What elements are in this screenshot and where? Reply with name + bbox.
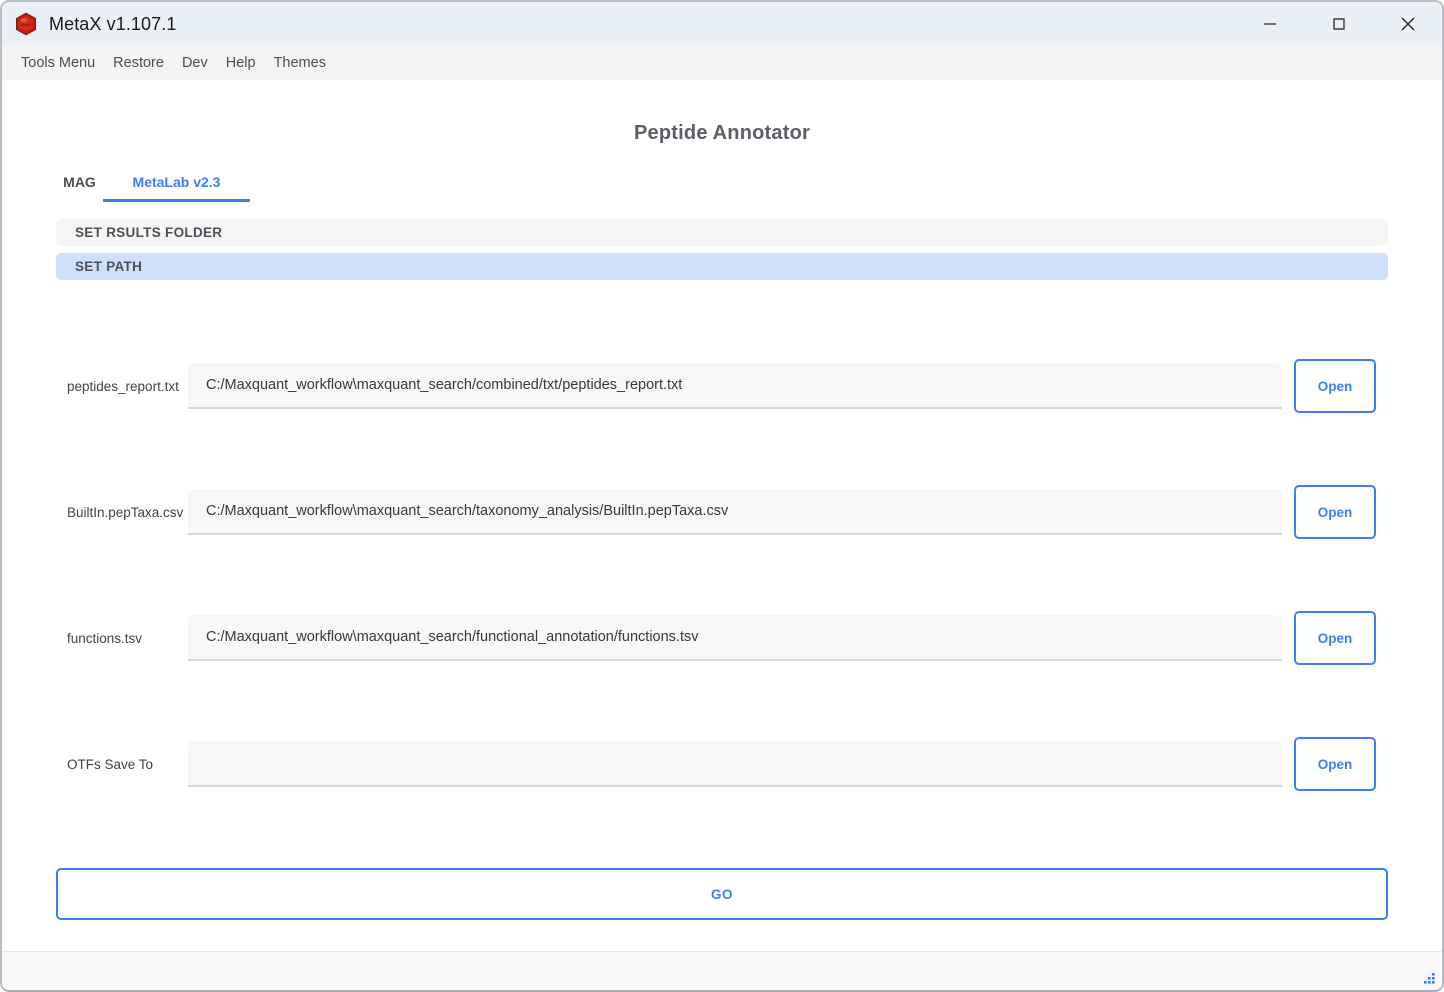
row-label-builtin-peptaxa: BuiltIn.pepTaxa.csv [67, 504, 184, 520]
section-set-path[interactable]: SET PATH [56, 253, 1388, 280]
close-button[interactable] [1373, 2, 1442, 46]
row-label-functions-tsv: functions.tsv [67, 630, 143, 646]
content-inner: MAG MetaLab v2.3 SET RSULTS FOLDER SET P… [2, 167, 1442, 920]
input-otfs-save-to[interactable] [188, 741, 1282, 787]
page-title: Peptide Annotator [634, 122, 810, 144]
maximize-icon [1331, 16, 1347, 32]
resize-grip-icon[interactable] [1420, 969, 1436, 985]
tab-metalab-v2-3[interactable]: MetaLab v2.3 [103, 174, 250, 202]
section-set-results-folder[interactable]: SET RSULTS FOLDER [56, 219, 1388, 246]
input-builtin-peptaxa[interactable]: C:/Maxquant_workflow\maxquant_search/tax… [188, 489, 1282, 535]
minimize-button[interactable] [1235, 2, 1304, 46]
file-path-rows: peptides_report.txt C:/Maxquant_workflow… [56, 358, 1388, 792]
row-label-peptides-report: peptides_report.txt [67, 378, 179, 394]
row-otfs-save-to: OTFs Save To Open [56, 736, 1388, 792]
title-bar: MetaX MetaX v1.107.1 [2, 2, 1442, 46]
tab-bar: MAG MetaLab v2.3 [56, 167, 1388, 203]
menu-item-tools-menu[interactable]: Tools Menu [12, 51, 104, 75]
metax-hexagon-logo-icon: MetaX [14, 12, 38, 36]
menu-item-dev[interactable]: Dev [173, 51, 217, 75]
row-builtin-peptaxa: BuiltIn.pepTaxa.csv C:/Maxquant_workflow… [56, 484, 1388, 540]
open-button-functions-tsv[interactable]: Open [1294, 611, 1376, 665]
minimize-icon [1262, 16, 1278, 32]
window-controls [1235, 2, 1442, 46]
app-window: MetaX MetaX v1.107.1 Tools Menu Restore … [0, 0, 1444, 992]
menu-item-restore[interactable]: Restore [104, 51, 173, 75]
open-button-peptides-report[interactable]: Open [1294, 359, 1376, 413]
open-button-builtin-peptaxa[interactable]: Open [1294, 485, 1376, 539]
input-peptides-report[interactable]: C:/Maxquant_workflow\maxquant_search/com… [188, 363, 1282, 409]
row-label-otfs-save-to: OTFs Save To [67, 756, 154, 772]
go-button[interactable]: GO [56, 868, 1388, 920]
close-icon [1399, 15, 1417, 33]
tab-mag[interactable]: MAG [56, 174, 103, 202]
menu-bar: Tools Menu Restore Dev Help Themes [2, 46, 1442, 80]
app-title: MetaX v1.107.1 [49, 13, 177, 34]
svg-text:MetaX: MetaX [21, 23, 32, 27]
menu-item-themes[interactable]: Themes [265, 51, 335, 75]
status-bar [2, 951, 1442, 990]
menu-item-help[interactable]: Help [217, 51, 265, 75]
row-functions-tsv: functions.tsv C:/Maxquant_workflow\maxqu… [56, 610, 1388, 666]
main-content: Peptide Annotator MAG MetaLab v2.3 SET R… [2, 80, 1442, 951]
open-button-otfs-save-to[interactable]: Open [1294, 737, 1376, 791]
row-peptides-report: peptides_report.txt C:/Maxquant_workflow… [56, 358, 1388, 414]
maximize-button[interactable] [1304, 2, 1373, 46]
input-functions-tsv[interactable]: C:/Maxquant_workflow\maxquant_search/fun… [188, 615, 1282, 661]
